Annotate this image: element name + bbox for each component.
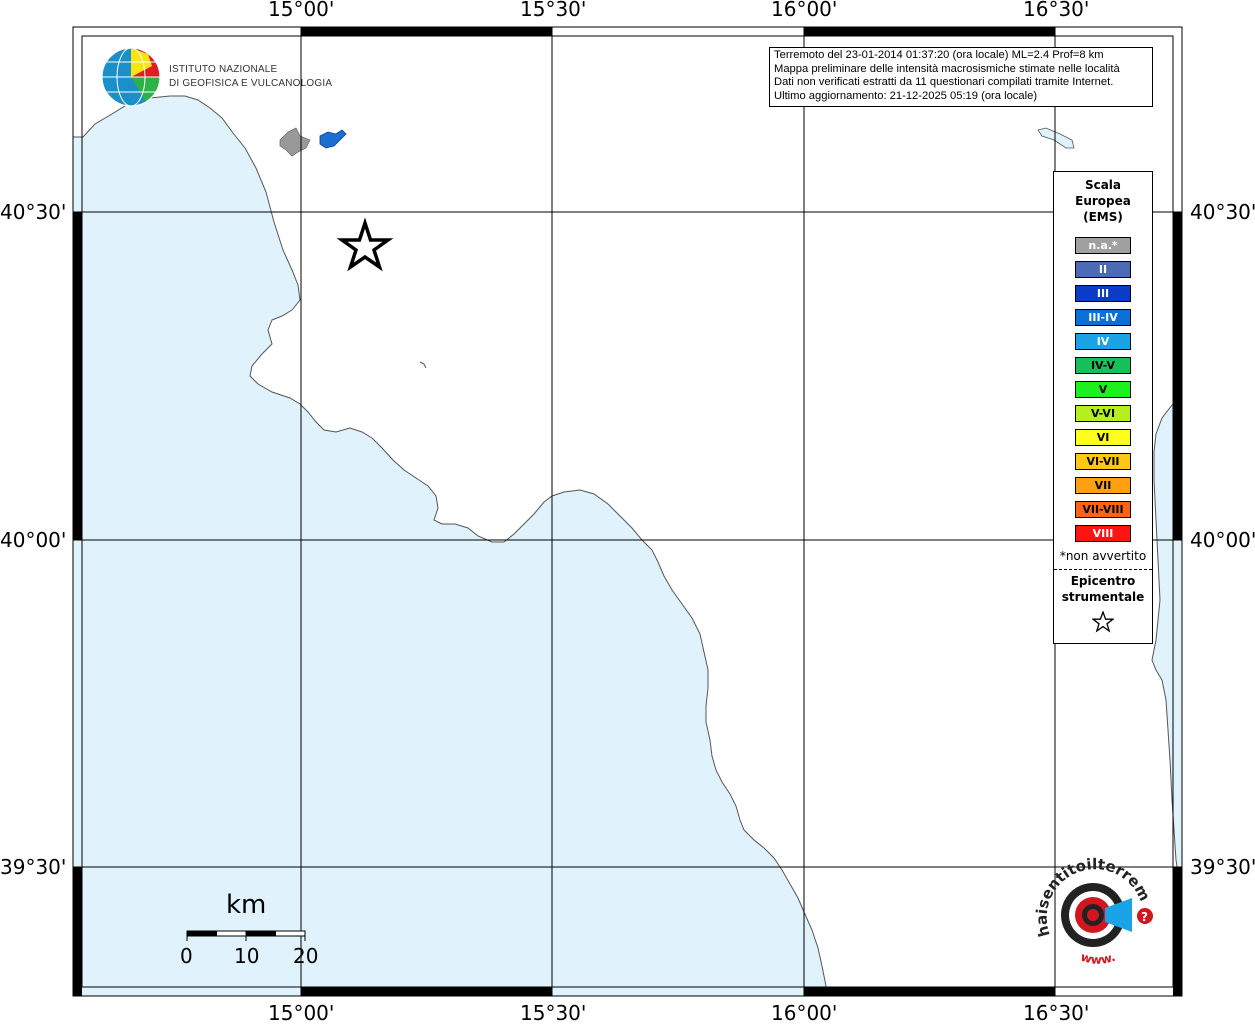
legend-item: IV [1075,333,1131,350]
legend-item: VII-VIII [1075,501,1131,518]
scale-tick-0: 0 [180,944,193,968]
ingv-logo-icon [101,47,161,107]
legend-note: *non avvertito [1059,549,1147,563]
lat-label-left-2: 40°00' [0,528,67,552]
legend-item: n.a.* [1075,237,1131,254]
lat-label-left-1: 40°30' [0,200,67,224]
event-info-line4: Ultimo aggiornamento: 21-12-2025 05:19 (… [774,89,1038,102]
svg-text:www.: www. [1079,950,1117,967]
ingv-logo-line2: DI GEOFISICA E VULCANOLOGIA [169,78,333,89]
lon-label-top-3: 16°00' [771,0,838,21]
haisentito-logo-text: haisentitoilterremoto.it www. [1030,850,1154,967]
legend-item: III [1075,285,1131,302]
legend-title-line2: Europea [1075,194,1131,208]
legend-items: n.a.* II III III-IV IV IV-V V V-VI VI VI-VII VII VI… [1054,237,1152,542]
event-info-line3: Dati non verificati estratti da 11 quest… [774,76,1114,89]
ems-legend: Scala Europea (EMS) n.a.* II III III-IV IV IV… [1053,171,1153,644]
lon-label-top-4: 16°30' [1023,0,1090,21]
haisentito-bottom-text: www. [1079,950,1117,967]
lat-label-right-1: 40°30' [1190,200,1255,224]
lon-label-bottom-1: 15°00' [268,1001,335,1025]
event-info-line1: Terremoto del 23-01-2014 01:37:20 (ora l… [774,49,1104,61]
lat-label-right-3: 39°30' [1190,855,1255,879]
lon-label-top-1: 15°00' [268,0,335,21]
legend-title-line1: Scala [1084,178,1122,192]
legend-item: IV-V [1075,357,1131,374]
legend-item: V-VI [1075,405,1131,422]
legend-item: VII [1075,477,1131,494]
lon-label-top-2: 15°30' [520,0,587,21]
legend-epicenter-line1: Epicentro [1070,574,1136,588]
legend-item: VI [1075,429,1131,446]
svg-text:haisentitoilterremoto.it: haisentitoilterremoto.it [1030,850,1154,939]
legend-item: II [1075,261,1131,278]
haisentito-top-text: haisentitoilterremoto.it [1030,850,1154,939]
ingv-logo-line1: ISTITUTO NAZIONALE [169,64,278,75]
legend-item: V [1075,381,1131,398]
legend-title-line3: (EMS) [1083,210,1123,224]
lon-label-bottom-4: 16°30' [1023,1001,1090,1025]
lat-label-right-2: 40°00' [1190,528,1255,552]
legend-item: III-IV [1075,309,1131,326]
lat-label-left-3: 39°30' [0,855,67,879]
legend-epicenter-line2: strumentale [1061,590,1145,604]
legend-item: VI-VII [1075,453,1131,470]
event-info-box: Terremoto del 23-01-2014 01:37:20 (ora l… [769,47,1153,107]
scale-tick-20: 20 [293,944,319,968]
legend-item: VIII [1075,525,1131,542]
scale-tick-10: 10 [234,944,260,968]
event-info-line2: Mappa preliminare delle intensità macros… [774,62,1120,75]
legend-separator [1054,569,1152,570]
legend-star-icon [1054,610,1152,637]
scale-unit: km [226,890,267,920]
lon-label-bottom-2: 15°30' [520,1001,587,1025]
lon-label-bottom-3: 16°00' [771,1001,838,1025]
